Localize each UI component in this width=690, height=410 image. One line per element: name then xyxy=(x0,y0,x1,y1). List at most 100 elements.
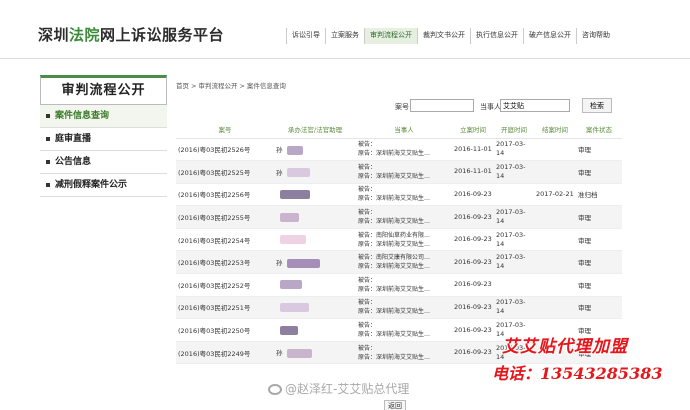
judge-name: 孙 xyxy=(276,168,283,177)
hearing-date-cell: 2017-03-14 xyxy=(494,250,534,275)
sidebar: 审判流程公开 案件信息查询庭审直播 公告信息减刑假释案件公示 xyxy=(40,75,167,197)
redacted-block xyxy=(280,302,309,312)
closed-date-cell: 2017-02-21 xyxy=(534,183,576,207)
status-cell: 审理 xyxy=(576,273,622,297)
case-number-cell[interactable]: (2016)粤03民初2252号 xyxy=(176,273,274,297)
defendant-line: 被告： xyxy=(358,299,377,307)
nav-item-0[interactable]: 诉讼引导 xyxy=(286,28,325,44)
table-row[interactable]: (2016)粤03民初2253号孙 被告：南阳艾康有限公司… 原告：深圳前海艾艾贴生… xyxy=(176,250,622,275)
case-number-cell[interactable]: (2016)粤03民初2255号 xyxy=(176,205,274,229)
case-number-cell[interactable]: (2016)粤03民初2250号 xyxy=(176,318,274,342)
judge-cell xyxy=(274,273,356,297)
status-cell: 准归档 xyxy=(576,183,622,207)
redacted-block xyxy=(286,168,310,178)
party-cell: 被告：南阳仙草药业有限… 原告：深圳前海艾艾贴生… xyxy=(356,228,452,252)
party-input[interactable] xyxy=(500,99,570,112)
table-row[interactable]: (2016)粤03民初2254号 被告：南阳仙草药业有限… 原告：深圳前海艾艾贴生…… xyxy=(176,228,622,252)
plaintiff-line: 原告：深圳前海艾艾贴生… xyxy=(358,263,431,271)
party-cell: 被告： 原告：深圳前海艾艾贴生… xyxy=(356,341,452,365)
judge-name: 孙 xyxy=(276,349,283,358)
case-number-cell[interactable]: (2016)粤03民初2256号 xyxy=(176,183,274,207)
case-no-label: 案号 xyxy=(395,103,409,111)
sidebar-item-0[interactable]: 案件信息查询 xyxy=(40,105,167,128)
defendant-line: 被告： xyxy=(358,322,377,330)
sidebar-item-label: 案件信息查询 xyxy=(55,111,110,121)
breadcrumb: 首页 > 审判流程公开 > 案件信息查询 xyxy=(176,80,622,90)
plaintiff-line: 原告：深圳前海艾艾贴生… xyxy=(358,308,431,316)
logo-court: 法院 xyxy=(69,26,101,44)
table-row[interactable]: (2016)粤03民初2526号孙被告： 原告：深圳前海艾艾贴生… 2016-11-… xyxy=(176,138,622,162)
table-row[interactable]: (2016)粤03民初2252号 被告： 原告：深圳前海艾艾贴生… 2016-09-2… xyxy=(176,273,622,297)
judge-cell xyxy=(274,205,356,229)
table-row[interactable]: (2016)粤03民初2255号 被告： 原告：深圳前海艾艾贴生… 2016-09-2… xyxy=(176,205,622,229)
bullet-icon xyxy=(46,137,50,141)
case-number-cell[interactable]: (2016)粤03民初2526号 xyxy=(176,138,274,162)
case-number-cell[interactable]: (2016)粤03民初2249号 xyxy=(176,341,274,365)
party-cell: 被告：南阳艾康有限公司… 原告：深圳前海艾艾贴生… xyxy=(356,250,452,275)
judge-cell: 孙 xyxy=(274,138,356,162)
main-content: 首页>审判流程公开>案件信息查询 案号 当事人 检索 案号承办法官/法官助理当事… xyxy=(176,80,622,365)
case-number-cell[interactable]: (2016)粤03民初2525号 xyxy=(176,160,274,184)
site-logo[interactable]: 深圳法院网上诉讼服务平台 xyxy=(38,24,224,45)
redacted-block xyxy=(280,212,299,222)
search-button[interactable]: 检索 xyxy=(582,98,612,113)
sidebar-item-3[interactable]: 减刑假释案件公示 xyxy=(40,174,167,197)
party-cell: 被告： 原告：深圳前海艾艾贴生… xyxy=(356,296,452,320)
column-header: 承办法官/法官助理 xyxy=(274,121,356,139)
case-number-cell[interactable]: (2016)粤03民初2254号 xyxy=(176,228,274,252)
filed-date-cell: 2016-09-23 xyxy=(452,183,494,207)
sidebar-item-2[interactable]: 公告信息 xyxy=(40,151,167,174)
case-number-cell[interactable]: (2016)粤03民初2253号 xyxy=(176,250,274,275)
table-header-row: 案号 承办法官/法官助理 当事人 立案时间 开庭时间 结案时间 案件状态 xyxy=(176,121,622,139)
plaintiff-line: 原告：深圳前海艾艾贴生… xyxy=(358,285,431,293)
status-cell: 审理 xyxy=(576,205,622,229)
hearing-date-cell xyxy=(494,183,534,207)
sidebar-title: 审判流程公开 xyxy=(40,75,167,105)
nav-item-1[interactable]: 立案服务 xyxy=(325,28,364,44)
filed-date-cell: 2016-09-23 xyxy=(452,205,494,229)
case-number-cell[interactable]: (2016)粤03民初2251号 xyxy=(176,296,274,320)
back-button[interactable]: 返回 xyxy=(384,400,406,410)
table-row[interactable]: (2016)粤03民初2251号 被告： 原告：深圳前海艾艾贴生… 2016-09-2… xyxy=(176,296,622,320)
defendant-line: 被告： xyxy=(358,344,377,352)
nav-item-2[interactable]: 审判流程公开 xyxy=(364,28,417,44)
table-row[interactable]: (2016)粤03民初2256号 被告： 原告：深圳前海艾艾贴生… 2016-09-2… xyxy=(176,183,622,207)
redacted-block xyxy=(286,348,312,358)
nav-item-4[interactable]: 执行信息公开 xyxy=(470,28,523,44)
closed-date-cell xyxy=(534,296,576,320)
status-cell: 审理 xyxy=(576,296,622,320)
page: { "header": { "logo_region": "深圳", "logo… xyxy=(0,0,690,410)
ad-line-1: 艾艾贴代理加盟 xyxy=(502,337,628,357)
case-table: 案号 承办法官/法官助理 当事人 立案时间 开庭时间 结案时间 案件状态 (2016)粤03… xyxy=(176,121,622,365)
nav-item-6[interactable]: 咨询帮助 xyxy=(576,28,615,44)
bullet-icon xyxy=(46,183,50,187)
defendant-line: 被告：南阳艾康有限公司… xyxy=(358,254,431,262)
redacted-block xyxy=(280,189,310,199)
weibo-watermark: @赵泽红-艾艾贴总代理 xyxy=(268,380,409,397)
judge-cell: 孙 xyxy=(274,250,356,275)
breadcrumb-item[interactable]: 首页 xyxy=(176,82,189,90)
status-cell: 审理 xyxy=(576,138,622,162)
defendant-line: 被告： xyxy=(358,163,377,171)
breadcrumb-item[interactable]: 案件信息查询 xyxy=(247,82,286,90)
filed-date-cell: 2016-11-01 xyxy=(452,138,494,162)
case-no-input[interactable] xyxy=(410,99,474,112)
closed-date-cell xyxy=(534,250,576,275)
breadcrumb-item[interactable]: 审判流程公开 xyxy=(198,82,237,90)
party-cell: 被告： 原告：深圳前海艾艾贴生… xyxy=(356,318,452,342)
judge-cell xyxy=(274,183,356,207)
hearing-date-cell: 2017-03-14 xyxy=(494,138,534,162)
column-header: 当事人 xyxy=(356,121,452,139)
closed-date-cell xyxy=(534,138,576,162)
nav-item-5[interactable]: 破产信息公开 xyxy=(523,28,576,44)
plaintiff-line: 原告：深圳前海艾艾贴生… xyxy=(358,150,431,158)
redacted-block xyxy=(286,145,303,155)
sidebar-item-label: 减刑假释案件公示 xyxy=(55,180,128,190)
closed-date-cell xyxy=(534,273,576,297)
sidebar-item-1[interactable]: 庭审直播 xyxy=(40,128,167,151)
table-row[interactable]: (2016)粤03民初2525号孙被告： 原告：深圳前海艾艾贴生… 2016-11-… xyxy=(176,160,622,184)
breadcrumb-item: > xyxy=(191,82,197,90)
redacted-block xyxy=(280,235,306,245)
ad-line-2: 电话：13543285383 xyxy=(492,364,663,383)
nav-item-3[interactable]: 裁判文书公开 xyxy=(417,28,470,44)
